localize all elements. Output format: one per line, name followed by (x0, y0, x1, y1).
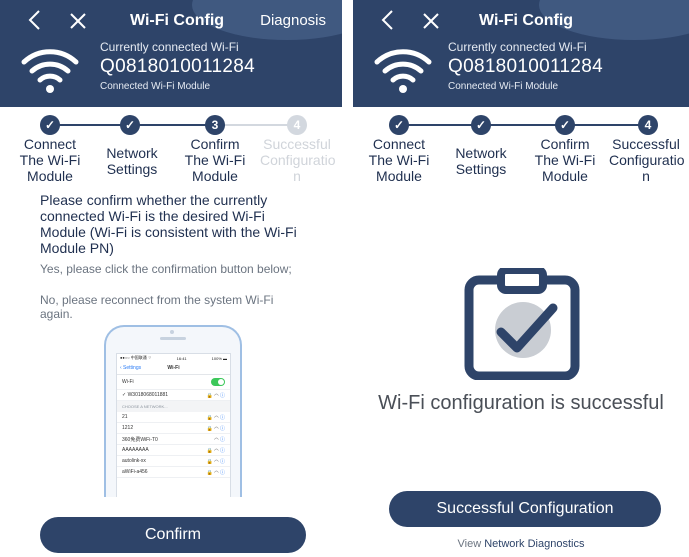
successful-configuration-button[interactable]: Successful Configuration (389, 491, 661, 527)
page-title: Wi-Fi Config (130, 12, 225, 29)
step-4-circle: 4 (638, 115, 658, 135)
phone-section-header: CHOOSE A NETWORK... (117, 401, 230, 412)
current-ssid: Q0818010011284 (448, 56, 603, 77)
network-row: 360免费WiFi-T0 ◠ ⓘ (117, 434, 230, 445)
step-4-label: Successful Configuratio n (609, 136, 685, 184)
confirm-message: Please confirm whether the currently con… (40, 192, 297, 256)
current-wifi-label: Currently connected Wi-Fi (100, 40, 239, 54)
network-diagnostics-link[interactable]: Network Diagnostics (484, 538, 584, 550)
no-instruction: No, please reconnect from the system Wi-… (40, 293, 274, 321)
phone-screen-title: Wi-Fi (167, 365, 180, 371)
clipboard-check-icon (464, 268, 580, 380)
progress-line-pending (215, 124, 295, 126)
step-2-circle: ✓ (471, 115, 491, 135)
step-3-label: Confirm The Wi-Fi Module (534, 136, 596, 184)
step-4-circle: 4 (287, 115, 307, 135)
network-name: aWiFi-a456 (122, 469, 148, 475)
wifi-signal-icon: 🔒 ◠ ⓘ (206, 447, 225, 454)
phone-connected-ssid: ✓ W3018068011881 (122, 392, 169, 398)
network-row: 1212 🔒 ◠ ⓘ (117, 423, 230, 434)
step-3-label: Confirm The Wi-Fi Module (184, 136, 246, 184)
network-name: 1212 (122, 425, 134, 431)
module-label: Connected Wi-Fi Module (448, 81, 559, 92)
back-icon[interactable] (24, 9, 46, 31)
current-ssid: Q0818010011284 (100, 56, 255, 77)
step-1-label: Connect The Wi-Fi Module (19, 136, 81, 184)
header: Wi-Fi Config Currently connected Wi-Fi Q… (353, 0, 689, 107)
yes-instruction: Yes, please click the confirmation butto… (40, 262, 292, 276)
wifi-toggle-icon (211, 378, 225, 386)
phone-connected-row: ✓ W3018068011881 🔒 ◠ ⓘ (117, 390, 230, 401)
wifi-signal-icon: 🔒 ◠ ⓘ (206, 425, 225, 432)
wifi-signal-icon: 🔒 ◠ ⓘ (206, 469, 225, 476)
network-name: autolink-xx (122, 458, 146, 464)
diagnosis-button[interactable]: Diagnosis (260, 12, 326, 29)
wifi-icon (21, 49, 79, 93)
phone-status-time: 16:41 (176, 355, 187, 361)
step-2-label: Network Settings (106, 145, 158, 177)
phone-status-carrier: ●●○○ 中国联通 ⌔ (120, 355, 152, 360)
view-network-diagnostics[interactable]: View Network Diagnostics (353, 538, 689, 550)
page-title: Wi-Fi Config (479, 12, 574, 29)
step-3-circle: 3 (205, 115, 225, 135)
network-name: AAAAAAAA (122, 447, 149, 453)
step-1-circle: ✓ (40, 115, 60, 135)
network-row: aWiFi-a456 🔒 ◠ ⓘ (117, 467, 230, 478)
step-1-circle: ✓ (389, 115, 409, 135)
confirm-button[interactable]: Confirm (40, 517, 306, 553)
wifi-signal-icon: 🔒 ◠ ⓘ (206, 458, 225, 465)
phone-status-bar: ●●○○ 中国联通 ⌔ 16:41 100% ▬ (117, 354, 230, 362)
wifi-signal-icon: 🔒 ◠ ⓘ (206, 414, 225, 421)
step-4-label: Successful Configuratio n (260, 136, 336, 184)
network-name: 360免费WiFi-T0 (122, 436, 158, 443)
phone-illustration: ●●○○ 中国联通 ⌔ 16:41 100% ▬ ‹ Settings Wi-F… (104, 325, 242, 497)
step-3-circle: ✓ (555, 115, 575, 135)
success-message: Wi-Fi configuration is successful (378, 392, 664, 414)
config-screen-success: Wi-Fi Config Currently connected Wi-Fi Q… (353, 0, 689, 557)
phone-status-battery: 100% ▬ (211, 355, 227, 361)
close-icon[interactable] (421, 11, 441, 31)
step-2-label: Network Settings (455, 145, 507, 177)
phone-wifi-toggle-row: Wi-Fi (117, 375, 230, 390)
wifi-signal-icon: 🔒 ◠ ⓘ (206, 392, 225, 399)
current-wifi-label: Currently connected Wi-Fi (448, 40, 587, 54)
step-2-circle: ✓ (120, 115, 140, 135)
phone-nav-row: ‹ Settings Wi-Fi (117, 362, 230, 375)
phone-wifi-label: Wi-Fi (122, 379, 134, 385)
network-row: AAAAAAAA 🔒 ◠ ⓘ (117, 445, 230, 456)
module-label: Connected Wi-Fi Module (100, 81, 211, 92)
wifi-icon (374, 49, 432, 93)
progress-line (399, 124, 649, 126)
back-icon[interactable] (377, 9, 399, 31)
wifi-signal-icon: ◠ ⓘ (214, 436, 225, 443)
close-icon[interactable] (68, 11, 88, 31)
view-prefix: View (457, 538, 482, 550)
step-1-label: Connect The Wi-Fi Module (368, 136, 430, 184)
phone-screen: ●●○○ 中国联通 ⌔ 16:41 100% ▬ ‹ Settings Wi-F… (116, 353, 231, 497)
phone-camera (170, 330, 174, 334)
network-row: autolink-xx 🔒 ◠ ⓘ (117, 456, 230, 467)
config-screen-confirm: Wi-Fi Config Diagnosis Currently connect… (0, 0, 342, 557)
network-name: 21 (122, 414, 128, 420)
phone-speaker (160, 337, 186, 340)
network-row: 21 🔒 ◠ ⓘ (117, 412, 230, 423)
header: Wi-Fi Config Diagnosis Currently connect… (0, 0, 342, 107)
